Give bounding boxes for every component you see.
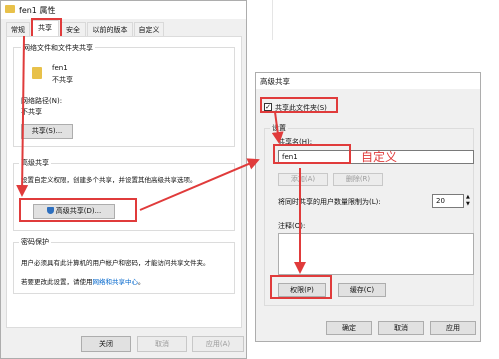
spinner-down-icon[interactable]: ▼ [466,201,470,207]
properties-titlebar: fen1 属性 [1,1,246,19]
comment-label: 注释(O): [278,222,306,230]
network-path-label: 网络路径(N): [21,97,63,105]
user-limit-spinner[interactable]: 20 [432,194,464,208]
folder-status: 不共享 [52,76,73,84]
close-button[interactable]: 关闭 [81,336,131,352]
caching-button[interactable]: 缓存(C) [338,283,386,297]
settings-group-title: 设置 [270,123,288,133]
share-checkbox-highlight-box [260,97,338,113]
network-path-value: 不共享 [21,108,42,116]
delete-button[interactable]: 删除(R) [333,173,383,186]
custom-annotation-text: 自定义 [361,150,398,164]
user-limit-label: 将同时共享的用户数量限制为(L): [278,198,381,206]
adv-apply-button[interactable]: 应用 [430,321,476,335]
password-protection-link-line: 若要更改此设置，请使用网络和共享中心。 [21,276,145,286]
cancel-button[interactable]: 取消 [137,336,187,352]
password-protection-group [13,242,235,294]
share-button[interactable]: 共享(S)... [21,124,73,139]
tab-customize[interactable]: 自定义 [134,22,164,36]
adv-cancel-button[interactable]: 取消 [378,321,424,335]
tab-security[interactable]: 安全 [60,22,86,36]
comment-textarea[interactable] [278,233,474,275]
spinner-up-icon[interactable]: ▲ [466,194,470,200]
properties-dialog: fen1 属性 常规 共享 安全 以前的版本 自定义 网络文件和文件夹共享 fe… [0,0,247,359]
user-limit-value: 20 [436,197,445,205]
advanced-sharing-titlebar: 高级共享 [256,73,480,89]
advanced-share-description: 设置自定义权限，创建多个共享，并设置其他高级共享选项。 [21,176,197,184]
permissions-highlight-box [270,275,332,299]
link-suffix: 。 [138,278,145,286]
password-protection-description: 用户必须具有此计算机的用户帐户和密码，才能访问共享文件夹。 [21,259,210,267]
network-sharing-center-link[interactable]: 网络和共享中心 [93,278,139,286]
password-protection-title: 密码保护 [19,237,51,247]
advanced-share-group-title: 高级共享 [19,158,51,168]
apply-button[interactable]: 应用(A) [192,336,244,352]
shared-folder-icon [32,67,42,79]
tab-previous-versions[interactable]: 以前的版本 [87,22,133,36]
share-name-highlight-box [273,144,351,164]
add-button[interactable]: 添加(A) [278,173,328,186]
ok-button[interactable]: 确定 [326,321,372,335]
folder-name: fen1 [52,64,68,72]
properties-title: fen1 属性 [19,6,56,15]
background-divider [272,0,273,40]
network-share-group-title: 网络文件和文件夹共享 [21,43,95,53]
link-prefix: 若要更改此设置，请使用 [21,278,93,286]
advanced-share-highlight-box [19,198,137,222]
tab-highlight-box [31,18,62,38]
folder-icon [5,5,15,13]
tab-general[interactable]: 常规 [6,22,30,36]
advanced-sharing-title: 高级共享 [260,77,290,86]
